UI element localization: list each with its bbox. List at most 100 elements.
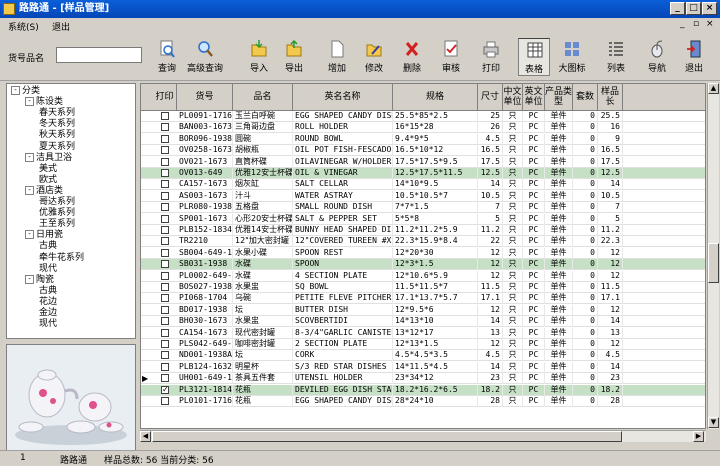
- column-header[interactable]: 样品长: [598, 84, 623, 110]
- category-tree[interactable]: - 分类 - 陈设类 春天系列 冬天系列 秋天系列 夏天系列 - 洁具卫浴 美式 欧式 - 酒店类 哥达系列…: [6, 83, 136, 339]
- export-button[interactable]: 导出: [278, 38, 310, 76]
- table-row[interactable]: BH030-1673 水果盅 SCOVBERTIDI 14*13*10 14 只 PC 单件 0…: [141, 316, 705, 328]
- query-button[interactable]: 查询: [151, 38, 183, 76]
- table-row[interactable]: PLS042-649-1 咖啡密封罐 2 SECTION PLATE 12*13*1.…: [141, 339, 705, 350]
- print-checkbox[interactable]: [161, 157, 169, 166]
- column-header[interactable]: 尺寸: [478, 84, 503, 110]
- print-checkbox[interactable]: [161, 374, 169, 383]
- column-header[interactable]: 品名: [233, 84, 293, 110]
- table-row[interactable]: CA154-1673 现代密封罐 8-3/4"GARLIC CANISTER 13*1…: [141, 327, 705, 339]
- print-checkbox[interactable]: [161, 214, 169, 223]
- tree-item[interactable]: 优雅系列: [39, 208, 75, 219]
- print-button[interactable]: 打印: [475, 38, 507, 76]
- print-checkbox[interactable]: [161, 328, 169, 337]
- column-header[interactable]: 中文单位: [503, 84, 523, 110]
- tree-category[interactable]: - 洁具卫浴: [25, 152, 72, 164]
- tree-item[interactable]: 夏天系列: [39, 142, 75, 153]
- table-row[interactable]: OV021-1673 直筒杯碟 OILAVINEGAR W/HOLDER 17.5*1…: [141, 156, 705, 168]
- print-checkbox[interactable]: [161, 203, 169, 212]
- tree-item[interactable]: 春天系列: [39, 108, 75, 119]
- scroll-down-icon[interactable]: ▼: [708, 417, 719, 428]
- navigate-button[interactable]: 导航: [641, 38, 673, 76]
- column-header[interactable]: 货号: [177, 84, 233, 110]
- tree-category[interactable]: - 日用瓷: [25, 230, 63, 241]
- menu-exit[interactable]: 退出: [52, 20, 70, 33]
- table-row[interactable]: PL0101-1716A花瓶EGG SHAPED CANDY DISH-L28*…: [141, 396, 705, 407]
- column-header[interactable]: 规格: [393, 84, 478, 110]
- inner-close-icon[interactable]: ×: [706, 19, 714, 29]
- column-header[interactable]: 英名名称: [293, 84, 393, 110]
- sample-table[interactable]: 打印 货号 品名 英名名称 规格 尺寸 中文单位 英文单位 产品类型 套数 样品长 PL0091-1…: [140, 83, 706, 429]
- tree-category[interactable]: - 酒店类: [25, 185, 63, 197]
- table-row[interactable]: ▶ UH001-649-1 茶具五件套 UTENSIL HOLDER 23*34*12 2…: [141, 373, 705, 385]
- minimize-button[interactable]: _: [670, 2, 685, 15]
- inner-min-icon[interactable]: _: [680, 19, 685, 29]
- scroll-right-icon[interactable]: ▶: [693, 431, 704, 442]
- horizontal-scrollbar[interactable]: ◀ ▶: [140, 430, 706, 442]
- column-header[interactable]: 英文单位: [523, 84, 545, 110]
- print-checkbox[interactable]: [161, 134, 169, 143]
- tree-item[interactable]: 美式: [39, 164, 57, 175]
- table-row[interactable]: CA157-1673 烟灰缸 SALT CELLAR 14*10*9.5 14 只 PC 单件…: [141, 179, 705, 191]
- collapse-icon[interactable]: -: [25, 274, 34, 284]
- large-icons-button[interactable]: 大图标: [556, 38, 588, 76]
- print-checkbox[interactable]: [161, 271, 169, 280]
- tree-item[interactable]: 秋天系列: [39, 130, 75, 141]
- tree-item[interactable]: 哥达系列: [39, 197, 75, 208]
- table-row[interactable]: BOR096-1938 圆碗 ROUND BOWL 9.4*9*5 4.5 只 PC 单件 0 9: [141, 133, 705, 145]
- table-row[interactable]: SB004-649-1 水果小碟 SPOON REST 12*20*30 12 只 PC 单件…: [141, 247, 705, 259]
- table-row[interactable]: BD017-1938 坛 BUTTER DISH 12*9.5*6 12 只 PC 单件 0 12: [141, 304, 705, 316]
- print-checkbox[interactable]: [161, 340, 169, 348]
- table-row[interactable]: BAN003-1673 三角哥边盘 ROLL HOLDER 16*15*28 26 只 PC…: [141, 122, 705, 134]
- table-row[interactable]: ND001-1938A 坛 CORK 4.5*4.5*3.5 4.5 只 PC 单件 0 4.5: [141, 350, 705, 362]
- print-checkbox[interactable]: [161, 260, 169, 269]
- list-button[interactable]: 列表: [600, 38, 632, 76]
- vertical-scroll-thumb[interactable]: [708, 243, 719, 283]
- column-header[interactable]: 套数: [573, 84, 598, 110]
- print-checkbox[interactable]: [161, 191, 169, 200]
- print-checkbox[interactable]: [161, 397, 169, 405]
- table-row[interactable]: ✓ PL3121-1814 花瓶 DEVILED EGG DISH STAND 18.2…: [141, 384, 705, 396]
- tree-item[interactable]: 现代: [39, 264, 57, 275]
- tree-item[interactable]: 花边: [39, 297, 57, 308]
- table-row[interactable]: OV013-649 优雅12安士杯碟 OIL & VINEGAR 12.5*17.5*…: [141, 168, 705, 179]
- horizontal-scroll-thumb[interactable]: [152, 431, 622, 442]
- collapse-icon[interactable]: -: [25, 152, 34, 162]
- advanced-query-button[interactable]: 高级查询: [187, 38, 223, 76]
- close-button[interactable]: ×: [702, 2, 717, 15]
- column-header[interactable]: 打印: [153, 84, 177, 110]
- table-row[interactable]: PL0091-1716B玉兰白呼碗EGG SHAPED CANDY DISH-M…: [141, 111, 705, 122]
- table-row[interactable]: SB031-1938 水碟 SPOON 12*3*1.5 12 只 PC 单件 0 12: [141, 259, 705, 271]
- print-checkbox[interactable]: [161, 351, 169, 360]
- table-row[interactable]: SP001-1673 心形20安士杯碟 SALT & PEPPER SET 5*5*8…: [141, 213, 705, 225]
- import-button[interactable]: 导入: [243, 38, 275, 76]
- print-checkbox[interactable]: [161, 283, 169, 291]
- tree-category[interactable]: - 陈设类: [25, 97, 63, 108]
- search-input[interactable]: [56, 47, 142, 63]
- collapse-icon[interactable]: -: [25, 230, 34, 240]
- print-checkbox[interactable]: [161, 317, 169, 326]
- tree-item[interactable]: 金边: [39, 308, 57, 319]
- tree-item[interactable]: 王至系列: [39, 219, 75, 230]
- vertical-scrollbar[interactable]: ▲ ▼: [707, 83, 719, 429]
- tree-item[interactable]: 古典: [39, 286, 57, 297]
- print-checkbox[interactable]: [161, 294, 169, 303]
- table-row[interactable]: PL0002-649-1 水碟 4 SECTION PLATE 12*10.6*5.9…: [141, 270, 705, 282]
- collapse-icon[interactable]: -: [11, 86, 20, 95]
- print-checkbox[interactable]: [161, 123, 169, 132]
- print-checkbox[interactable]: [161, 180, 169, 189]
- table-row[interactable]: PLB124-1632 明星杯 S/3 RED STAR DISHES 14*11.5…: [141, 361, 705, 373]
- collapse-icon[interactable]: -: [25, 185, 34, 195]
- tree-item[interactable]: 冬天系列: [39, 119, 75, 130]
- tree-item[interactable]: 古典: [39, 241, 57, 252]
- tree-root[interactable]: - 分类: [11, 86, 40, 97]
- column-header[interactable]: 产品类型: [545, 84, 573, 110]
- tree-item[interactable]: 现代: [39, 319, 57, 330]
- scroll-left-icon[interactable]: ◀: [140, 431, 151, 442]
- table-row[interactable]: PLR080-1938D 五格盘 SMALL ROUND DISH 7*7*1.5 7 只…: [141, 202, 705, 214]
- scroll-up-icon[interactable]: ▲: [708, 83, 719, 94]
- print-checkbox[interactable]: [161, 146, 169, 155]
- print-checkbox[interactable]: [161, 248, 169, 257]
- collapse-icon[interactable]: -: [25, 97, 34, 107]
- table-row[interactable]: PLB152-1834 优雅14安士杯碟 BUNNY HEAD SHAPED DIS…: [141, 225, 705, 236]
